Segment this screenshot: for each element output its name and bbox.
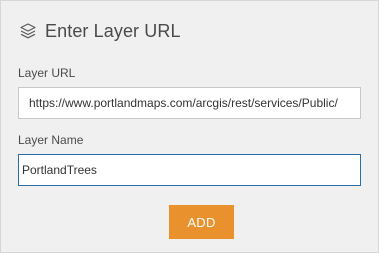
layer-url-label: Layer URL	[18, 66, 76, 80]
panel-header: Enter Layer URL	[19, 19, 181, 43]
add-button[interactable]: ADD	[169, 205, 234, 239]
layer-url-input[interactable]	[18, 87, 361, 119]
layers-icon	[19, 22, 37, 40]
layer-name-input[interactable]	[18, 154, 361, 186]
layer-name-label: Layer Name	[18, 133, 84, 147]
panel-title: Enter Layer URL	[45, 20, 181, 41]
add-layer-panel: Enter Layer URL Layer URL Layer Name ADD	[0, 0, 379, 253]
